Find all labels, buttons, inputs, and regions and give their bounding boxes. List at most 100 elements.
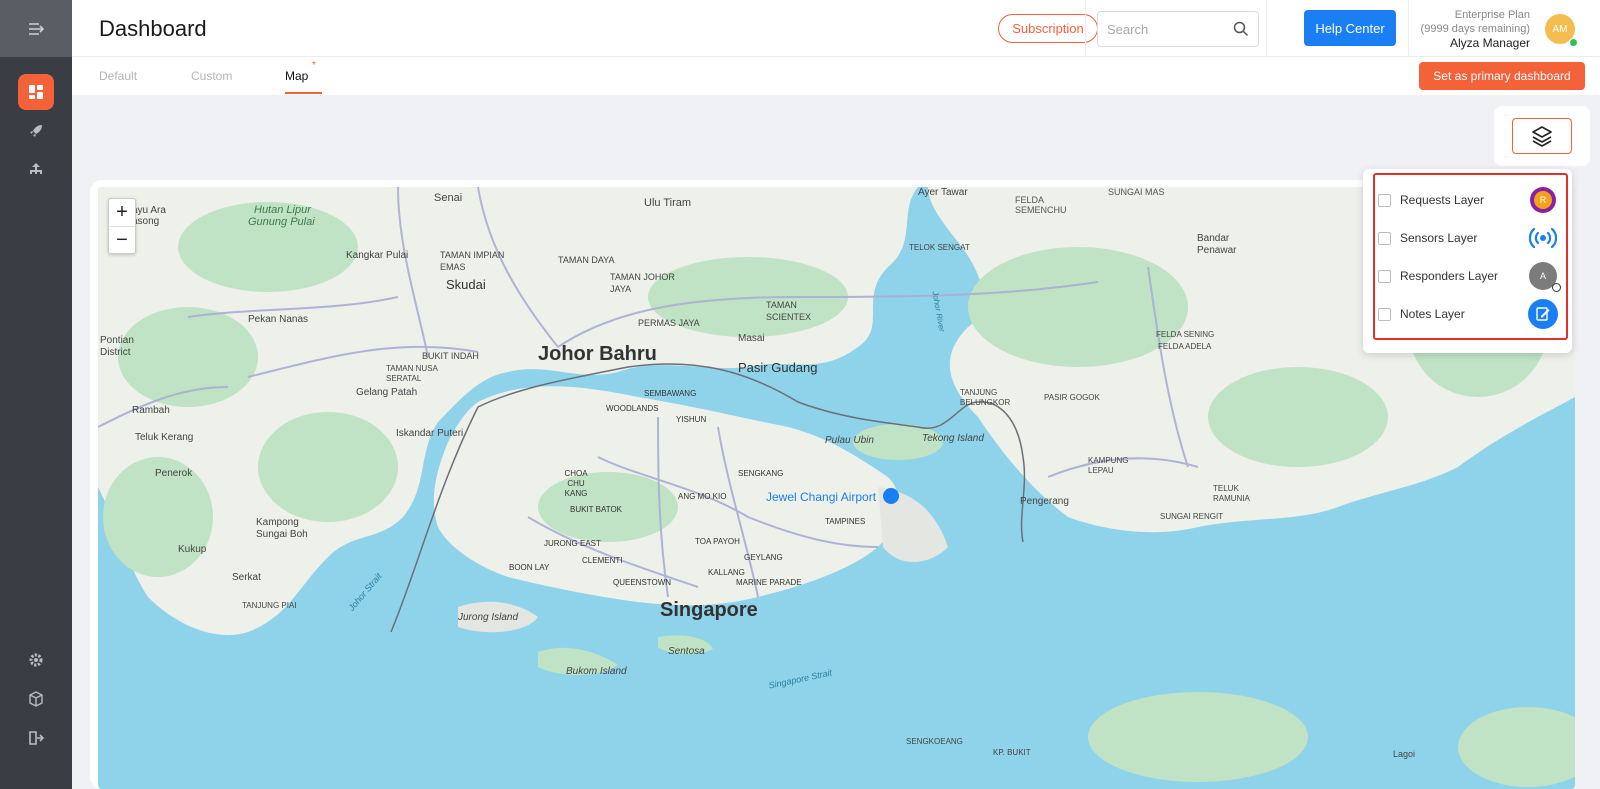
sidebar-item-dashboard[interactable]	[18, 74, 54, 110]
map-label-boon-lay: BOON LAY	[509, 563, 550, 572]
search-field[interactable]	[1097, 11, 1259, 47]
help-center-button[interactable]: Help Center	[1304, 10, 1396, 46]
map-label-kukup: Kukup	[178, 544, 207, 555]
gear-icon	[29, 653, 43, 667]
map-label-sentosa: Sentosa	[668, 646, 705, 657]
dashboard-tabs: Default Custom Map * Set as primary dash…	[72, 57, 1600, 95]
top-header: Dashboard Subscription Help Center Enter…	[72, 0, 1600, 57]
layer-checkbox-requests[interactable]	[1378, 193, 1391, 207]
layer-label-notes: Notes Layer	[1400, 307, 1465, 321]
plan-name: Enterprise Plan	[1454, 9, 1530, 21]
sidebar	[0, 0, 72, 789]
sidebar-item-settings[interactable]	[18, 642, 54, 678]
airport-marker-icon	[883, 488, 899, 504]
map-label-singapore: Singapore	[660, 599, 758, 621]
online-status-dot	[1569, 38, 1578, 47]
map-label-sengkang: SENGKANG	[738, 469, 784, 478]
set-primary-dashboard-button[interactable]: Set as primary dashboard	[1419, 62, 1585, 90]
map-label-queenstown: QUEENSTOWN	[613, 578, 672, 587]
layer-row-requests[interactable]: Requests Layer R	[1378, 184, 1558, 216]
cube-icon	[29, 691, 43, 707]
map-label-ayu-ara: ayu Ara	[132, 205, 166, 216]
map-label-taman-impian: TAMAN IMPIAN EMAS	[440, 250, 505, 272]
map-label-kampung-lepau: KAMPUNG LEPAU	[1088, 456, 1129, 475]
map-label-penerok: Penerok	[155, 468, 193, 479]
map-label-kampong-sungai-boh: Kampong Sungai Boh	[256, 517, 308, 540]
layer-label-responders: Responders Layer	[1400, 269, 1499, 283]
map-label-bandar-penawar: Bandar Penawar	[1197, 233, 1237, 256]
map-label-taman-johor-jaya: TAMAN JOHOR JAYA	[610, 272, 675, 294]
dashboard-icon	[29, 85, 43, 99]
menu-collapse-icon	[29, 22, 44, 35]
layer-row-sensors[interactable]: Sensors Layer	[1378, 222, 1558, 254]
map-label-iskandar-puteri: Iskandar Puteri	[396, 428, 464, 439]
map-label-masai: Masai	[738, 333, 765, 344]
layer-checkbox-notes[interactable]	[1378, 307, 1391, 321]
header-divider	[1266, 0, 1267, 57]
sitemap-icon	[30, 163, 42, 174]
map-label-tekong: Tekong Island	[922, 433, 984, 444]
map-label-sungai-rengit: SUNGAI RENGIT	[1160, 512, 1224, 521]
layers-toggle-button[interactable]	[1512, 118, 1572, 154]
layer-checkbox-responders[interactable]	[1378, 269, 1391, 283]
request-badge: R	[1534, 191, 1552, 209]
map-label-pulau-ubin: Pulau Ubin	[825, 435, 874, 446]
page-title: Dashboard	[99, 16, 207, 41]
map-label-kangkar-pulai: Kangkar Pulai	[346, 250, 409, 261]
map-view[interactable]: Johor Bahru Singapore Pasir Gudang Skuda…	[98, 187, 1575, 789]
plan-info: Enterprise Plan (9999 days remaining)	[1421, 8, 1530, 36]
sidebar-item-logout[interactable]	[18, 720, 54, 756]
map-label-kp-bukit: KP. BUKIT	[993, 748, 1031, 757]
map-label-pasir-gudang: Pasir Gudang	[738, 360, 818, 375]
sidebar-item-hierarchy[interactable]	[18, 152, 54, 188]
tab-default[interactable]: Default	[99, 69, 137, 83]
logout-icon	[29, 731, 44, 745]
map-label-bukom-island: Bukom Island	[566, 666, 627, 677]
responder-icon: A	[1528, 261, 1561, 292]
map-label-asong: asong	[132, 216, 160, 227]
map-label-bukit-indah: BUKIT INDAH	[422, 351, 479, 361]
map-label-lagoi: Lagoi	[1393, 749, 1416, 759]
layer-row-notes[interactable]: Notes Layer	[1378, 298, 1558, 330]
layer-checkbox-sensors[interactable]	[1378, 231, 1391, 245]
map-label-kallang: KALLANG	[708, 568, 745, 577]
search-input[interactable]	[1107, 12, 1227, 46]
map-label-taman-scientex: TAMAN SCIENTEX	[766, 300, 812, 322]
map-label-skudai: Skudai	[446, 277, 486, 292]
map-label-telok-sengat: TELOK SENGAT	[909, 243, 970, 252]
request-icon: R	[1528, 185, 1558, 215]
map-label-marine-parade: MARINE PARADE	[736, 578, 802, 587]
tab-map[interactable]: Map	[285, 69, 308, 83]
map-label-johor-bahru: Johor Bahru	[538, 343, 657, 365]
map-label-sungai-mas: SUNGAI MAS	[1108, 187, 1165, 197]
map-label-ayer-tawar: Ayer Tawar	[918, 187, 968, 198]
map-label-ulu-tiram: Ulu Tiram	[644, 197, 692, 209]
sensor-broadcast-icon	[1528, 223, 1558, 253]
map-label-taman-nusa: TAMAN NUSA SERATAL	[386, 364, 438, 383]
map-label-woodlands: WOODLANDS	[606, 404, 659, 413]
map-label-teluk-ramunia: TELUK RAMUNIA	[1213, 484, 1250, 503]
map-label-hutan-lipur: Hutan Lipur	[254, 204, 311, 216]
rocket-icon	[30, 125, 42, 137]
map-label-teluk-kerang: Teluk Kerang	[135, 432, 194, 443]
sidebar-collapse-button[interactable]	[0, 0, 72, 57]
sidebar-item-modules[interactable]	[18, 681, 54, 717]
subscription-button[interactable]: Subscription	[998, 14, 1098, 43]
sidebar-item-rocket[interactable]	[18, 113, 54, 149]
layer-row-responders[interactable]: Responders Layer A	[1378, 260, 1561, 292]
map-label-tampines: TAMPINES	[825, 517, 866, 526]
map-label-sembawang: SEMBAWANG	[644, 389, 697, 398]
header-divider	[1085, 0, 1086, 57]
layer-label-sensors: Sensors Layer	[1400, 231, 1478, 245]
zoom-control: + −	[108, 198, 136, 254]
zoom-in-button[interactable]: +	[109, 199, 135, 226]
tab-custom[interactable]: Custom	[191, 69, 232, 83]
map-label-clementi: CLEMENTI	[582, 556, 623, 565]
map-label-felda-sening: FELDA SENING	[1156, 330, 1215, 339]
map-label-felda-adela: FELDA ADELA	[1158, 342, 1212, 351]
map-label-pontian: Pontian District	[100, 335, 134, 358]
map-label-pengerang: Pengerang	[1020, 496, 1069, 507]
map-label-tanjung-piai: TANJUNG PIAI	[242, 601, 297, 610]
zoom-out-button[interactable]: −	[109, 227, 135, 254]
map-label-felda-semenchu: FELDA SEMENCHU	[1015, 195, 1067, 215]
